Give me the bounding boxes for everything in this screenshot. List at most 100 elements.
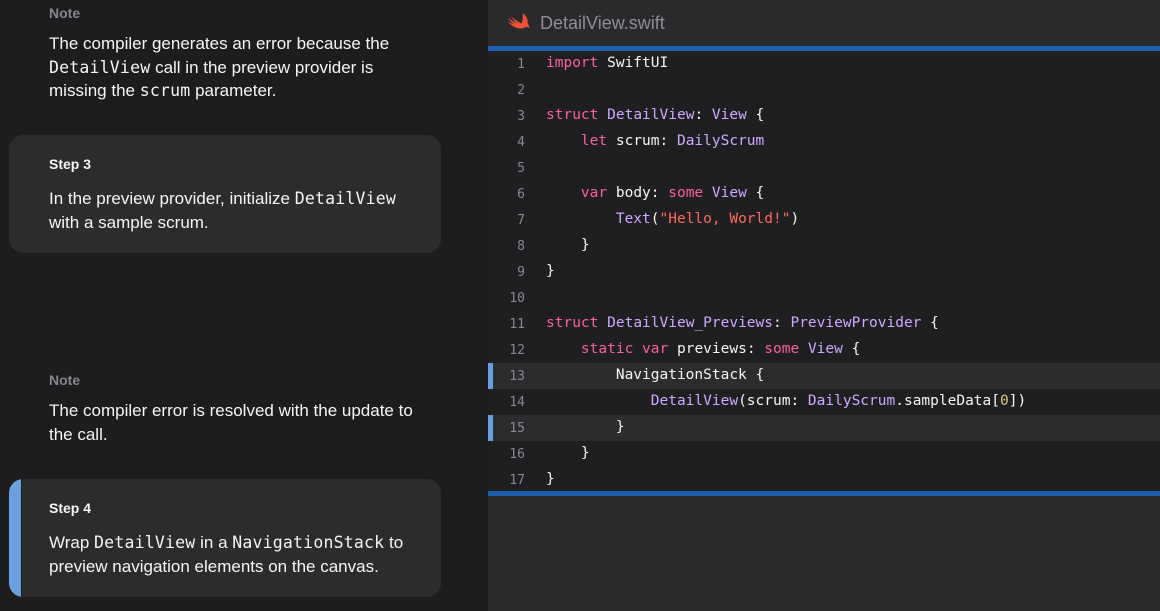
code-token: some — [668, 185, 704, 201]
line-number: 6 — [517, 187, 525, 202]
code-token: PreviewProvider — [790, 315, 922, 331]
line-number: 1 — [517, 57, 525, 72]
code-text: let scrum: DailyScrum — [546, 133, 764, 149]
code-token: DailyScrum — [807, 393, 896, 409]
line-number: 11 — [509, 317, 525, 332]
code-token: View — [807, 341, 843, 357]
inline-code: DetailView — [49, 57, 151, 77]
swift-icon — [507, 13, 530, 29]
code-token: } — [546, 445, 590, 461]
note-compiler-error: Note The compiler generates an error bec… — [49, 5, 429, 103]
code-line: 2 — [488, 77, 1160, 103]
code-text: } — [546, 263, 555, 279]
line-number: 7 — [517, 213, 525, 228]
file-header: DetailView.swift — [488, 0, 1160, 46]
code-text: } — [546, 471, 555, 487]
code-text: } — [546, 237, 590, 253]
code-editor-panel: DetailView.swift 1 import SwiftUI 2 3 struct… — [488, 0, 1160, 611]
line-number: 9 — [517, 265, 525, 280]
inline-code: DetailView — [294, 189, 397, 208]
code-line: 12 static var previews: some View { — [488, 337, 1160, 363]
line-number: 8 — [517, 239, 525, 254]
note-error-resolved: Note The compiler error is resolved with… — [49, 372, 429, 446]
step-3-card[interactable]: Step 3 In the preview provider, initiali… — [9, 135, 441, 253]
step-label: Step 4 — [49, 500, 92, 516]
inline-code: DetailView — [94, 533, 196, 552]
code-text: } — [546, 445, 590, 461]
code-token: Text — [615, 211, 651, 227]
note-label: Note — [49, 5, 81, 21]
inline-code: scrum — [139, 81, 191, 100]
step-4-card[interactable]: Step 4 Wrap DetailView in a NavigationSt… — [9, 479, 441, 597]
code-line: 15 } — [488, 415, 1160, 441]
code-text: var body: some View { — [546, 185, 764, 201]
code-token: body: — [607, 185, 669, 201]
code-line: 4 let scrum: DailyScrum — [488, 129, 1160, 155]
line-number: 10 — [509, 291, 525, 306]
file-name: DetailView.swift — [540, 13, 665, 33]
line-number: 14 — [509, 395, 525, 410]
code-token: DetailView — [607, 107, 695, 123]
line-number: 17 — [509, 473, 525, 488]
line-number: 4 — [517, 135, 525, 150]
note-text: The compiler error is resolved with the … — [49, 401, 413, 444]
code-token: } — [546, 471, 555, 487]
code-line: 3 struct DetailView: View { — [488, 103, 1160, 129]
code-text: } — [546, 419, 625, 435]
code-token: SwiftUI — [598, 55, 669, 71]
code-token: ]) — [1008, 393, 1027, 409]
step-text: In the preview provider, initialize Deta… — [49, 189, 397, 232]
code-line: 1 import SwiftUI — [488, 51, 1160, 77]
code-token: scrum: — [607, 133, 677, 149]
code-token: View — [711, 107, 747, 123]
code-line: 11 struct DetailView_Previews: PreviewPro… — [488, 311, 1160, 337]
inline-code: NavigationStack — [232, 533, 385, 552]
code-line: 14 DetailView(scrum: DailyScrum.sampleDa… — [488, 389, 1160, 415]
code-token: } — [546, 237, 590, 253]
code-token: DailyScrum — [676, 133, 765, 149]
note-label: Note — [49, 372, 81, 388]
code-token: 0 — [1000, 393, 1009, 409]
code-token: ) — [790, 211, 800, 227]
line-number: 5 — [517, 161, 525, 176]
editor-empty-area — [488, 496, 1160, 611]
code-token: : — [773, 315, 791, 331]
line-number: 16 — [509, 447, 525, 462]
line-number: 13 — [509, 369, 525, 384]
code-text: import SwiftUI — [546, 55, 668, 71]
code-token: DetailView_Previews — [607, 315, 773, 331]
code-token: } — [546, 263, 555, 279]
code-line: 13 NavigationStack { — [488, 363, 1160, 389]
code-text: Text("Hello, World!") — [546, 211, 799, 227]
code-line: 8 } — [488, 233, 1160, 259]
code-line: 9} — [488, 259, 1160, 285]
code-token: View — [711, 185, 747, 201]
code-token: struct — [546, 315, 599, 331]
code-line: 10 — [488, 285, 1160, 311]
step-text: Wrap DetailView in a NavigationStack to … — [49, 533, 404, 576]
step-label: Step 3 — [49, 156, 92, 172]
code-token: previews: — [668, 341, 765, 357]
code-token: NavigationStack { — [546, 367, 765, 383]
code-token: } — [546, 419, 625, 435]
line-number: 15 — [509, 421, 525, 436]
code-text: struct DetailView_Previews: PreviewProvi… — [546, 315, 939, 331]
code-token: import — [546, 55, 599, 71]
code-token: DetailView — [650, 393, 739, 409]
line-number: 12 — [509, 343, 525, 358]
note-text: The compiler generates an error because … — [49, 34, 390, 100]
code-token: { — [746, 185, 765, 201]
code-line: 16 } — [488, 441, 1160, 467]
code-text: NavigationStack { — [546, 367, 764, 383]
code-text: struct DetailView: View { — [546, 107, 764, 123]
code-token: : — [694, 107, 712, 123]
code-token: (scrum: — [738, 393, 808, 409]
